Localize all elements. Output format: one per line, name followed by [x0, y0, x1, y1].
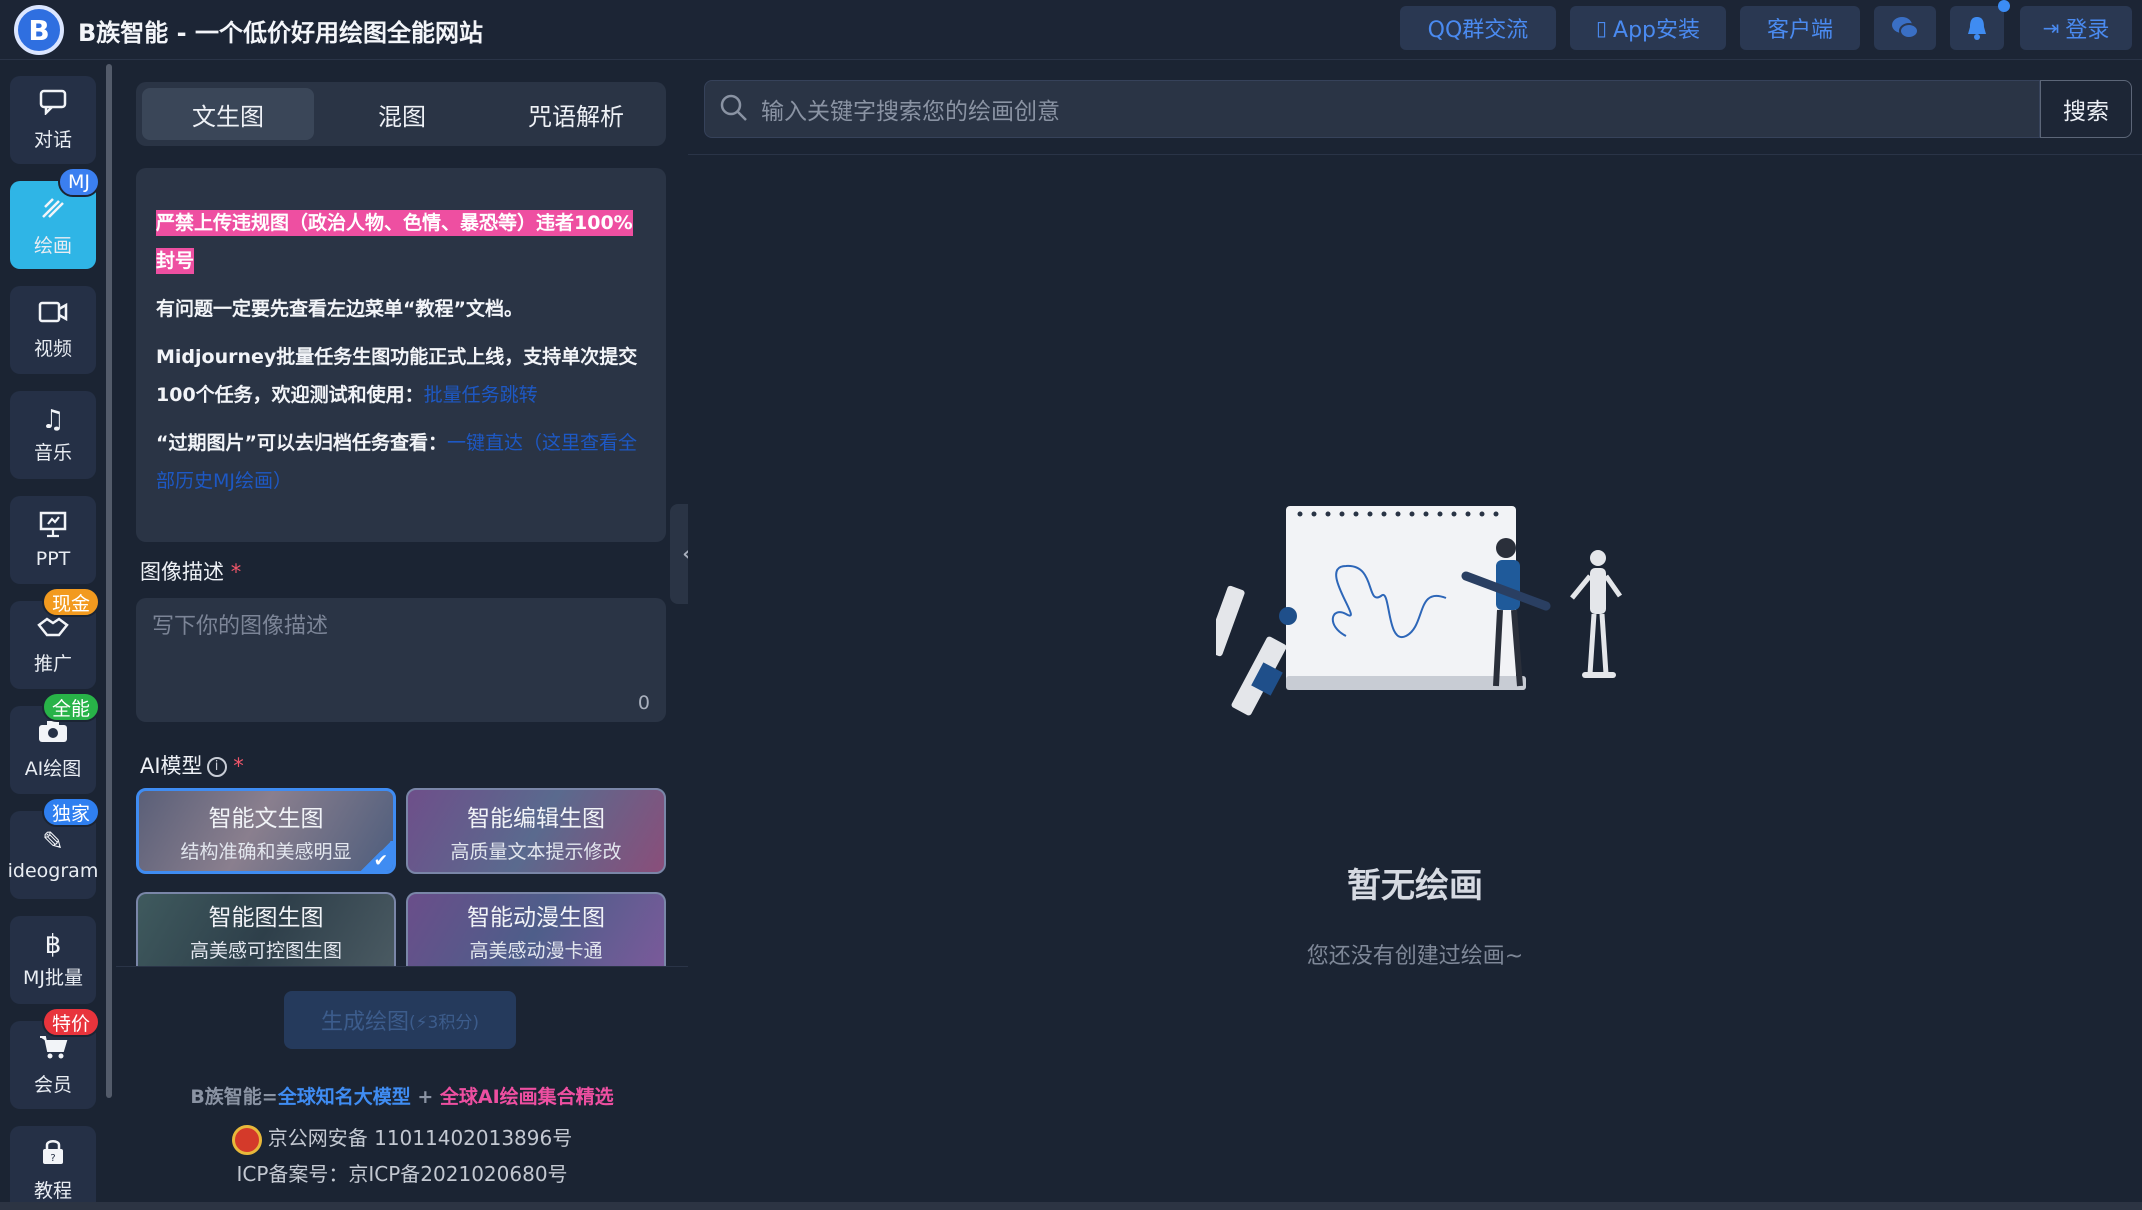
info-icon[interactable]: i [206, 757, 227, 777]
wechat-button[interactable] [1874, 6, 1936, 50]
icp-record[interactable]: ICP备案号：京ICP备2021020680号 [116, 1158, 688, 1187]
char-count: 0 [637, 692, 650, 714]
tab-text-to-image[interactable]: 文生图 [142, 88, 314, 140]
site-title: B族智能 - 一个低价好用绘图全能网站 [78, 19, 483, 47]
wechat-icon [1892, 17, 1919, 39]
nav-item-promote[interactable]: 现金 推广 [10, 587, 100, 689]
music-icon: ♫ [41, 404, 65, 435]
nav-scrollbar[interactable] [106, 64, 112, 1098]
svg-text:?: ? [50, 1153, 55, 1164]
notice-archive: “过期图片”可以去归档任务查看：一键直达（这里查看全部历史MJ绘画） [156, 432, 638, 492]
cart-icon [38, 1034, 68, 1066]
bell-icon [1968, 17, 1986, 40]
tab-prompt-analysis[interactable]: 咒语解析 [490, 88, 662, 140]
brush-icon [39, 193, 67, 227]
tab-blend[interactable]: 混图 [316, 88, 488, 140]
video-icon [38, 300, 68, 330]
nav-item-mj-batch[interactable]: ฿ MJ批量 [10, 916, 96, 1004]
exclusive-badge: 独家 [41, 797, 100, 827]
empty-subtitle: 您还没有创建过绘画~ [1306, 944, 1524, 969]
search-button[interactable]: 搜索 [2040, 80, 2132, 138]
nav-item-chat[interactable]: 对话 [10, 76, 96, 164]
presentation-icon [38, 510, 68, 544]
description-placeholder: 写下你的图像描述 [152, 614, 329, 639]
handshake-icon [37, 615, 69, 645]
chat-icon [39, 89, 67, 121]
phone-icon: ▯ [1596, 16, 1608, 40]
notification-dot [1998, 0, 2010, 12]
client-button[interactable]: 客户端 [1740, 6, 1860, 50]
nav-item-member[interactable]: 特价 会员 [10, 1007, 100, 1109]
batch-task-link[interactable]: 批量任务跳转 [424, 384, 538, 406]
police-record[interactable]: 京公网安备 11011402013896号 [116, 1122, 688, 1155]
gallery-area: 输入关键字搜索您的绘画创意 搜索 暂无绘画 您还没有创建过绘画~ [688, 60, 2142, 1210]
drawing-panel: 文生图 混图 咒语解析 严禁上传违规图（政治人物、色情、暴恐等）违者100%封号… [116, 60, 688, 1210]
nav-item-tutorial[interactable]: ? 教程 [10, 1126, 96, 1210]
nav-item-ai-drawing[interactable]: 全能 AI绘图 [10, 692, 100, 794]
nav-item-music[interactable]: ♫ 音乐 [10, 391, 96, 479]
logo[interactable]: B [14, 5, 64, 55]
notice-batch: Midjourney批量任务生图功能正式上线，支持单次提交100个任务，欢迎测试… [156, 346, 638, 406]
search-placeholder: 输入关键字搜索您的绘画创意 [761, 99, 1060, 125]
empty-title: 暂无绘画 [1347, 866, 1483, 906]
cash-badge: 现金 [41, 587, 100, 617]
model-label: AI模型 i * [140, 754, 244, 778]
notification-button[interactable] [1950, 6, 2004, 50]
nav-item-ppt[interactable]: PPT [10, 496, 96, 584]
camera-icon [37, 720, 69, 750]
special-price-badge: 特价 [41, 1007, 100, 1037]
pen-icon: ✎ [42, 827, 64, 857]
notice-tutorial: 有问题一定要先查看左边菜单“教程”文档。 [156, 298, 523, 320]
login-button[interactable]: ⇥ 登录 [2020, 6, 2132, 50]
model-smart-edit[interactable]: 智能编辑生图 高质量文本提示修改 [406, 788, 666, 874]
mj-badge: MJ [58, 167, 100, 197]
notice-box: 严禁上传违规图（政治人物、色情、暴恐等）违者100%封号 有问题一定要先查看左边… [136, 168, 666, 542]
model-smart-text-to-image[interactable]: 智能文生图 结构准确和美感明显 ✔ [136, 788, 396, 874]
nav-item-video[interactable]: 视频 [10, 286, 96, 374]
description-label: 图像描述 * [140, 560, 242, 584]
nav-item-drawing[interactable]: MJ 绘画 [10, 167, 100, 269]
top-bar: B B族智能 - 一个低价好用绘图全能网站 QQ群交流 ▯ App安装 客户端 … [0, 0, 2142, 60]
empty-drawing-illustration [1216, 506, 1623, 716]
direct-link[interactable]: 一键直达 [447, 432, 523, 454]
model-smart-anime[interactable]: 智能动漫生图 高美感动漫卡通 [406, 892, 666, 966]
brand-slogan: B族智能=全球知名大模型 + 全球AI绘画集合精选 [190, 1086, 614, 1108]
description-input[interactable]: 写下你的图像描述 0 [136, 598, 666, 722]
lock-icon: ? [40, 1138, 66, 1172]
search-input[interactable]: 输入关键字搜索您的绘画创意 [704, 80, 2040, 138]
model-smart-image-to-image[interactable]: 智能图生图 高美感可控图生图 [136, 892, 396, 966]
police-emblem-icon [231, 1124, 262, 1155]
selected-check: ✔ [359, 841, 393, 871]
header-divider [688, 154, 2142, 155]
search-icon [720, 94, 747, 121]
warning-text: 严禁上传违规图（政治人物、色情、暴恐等）违者100%封号 [156, 210, 633, 274]
app-install-button[interactable]: ▯ App安装 [1570, 6, 1726, 50]
qq-group-button[interactable]: QQ群交流 [1400, 6, 1556, 50]
mode-tabs: 文生图 混图 咒语解析 [136, 82, 666, 146]
login-icon: ⇥ [2042, 16, 2060, 40]
nav-item-ideogram[interactable]: 独家 ✎ ideogram [8, 797, 100, 899]
check-icon: ✔ [373, 851, 388, 871]
generate-button[interactable]: 生成绘图 (⚡3积分) [284, 991, 516, 1049]
left-nav: 对话 MJ 绘画 视频 ♫ 音乐 PPT 现金 推广 全能 AI绘图 独家 ✎ … [0, 60, 106, 1210]
bitcoin-icon: ฿ [44, 929, 62, 960]
all-in-one-badge: 全能 [41, 692, 100, 722]
bottom-strip [0, 1202, 2142, 1210]
